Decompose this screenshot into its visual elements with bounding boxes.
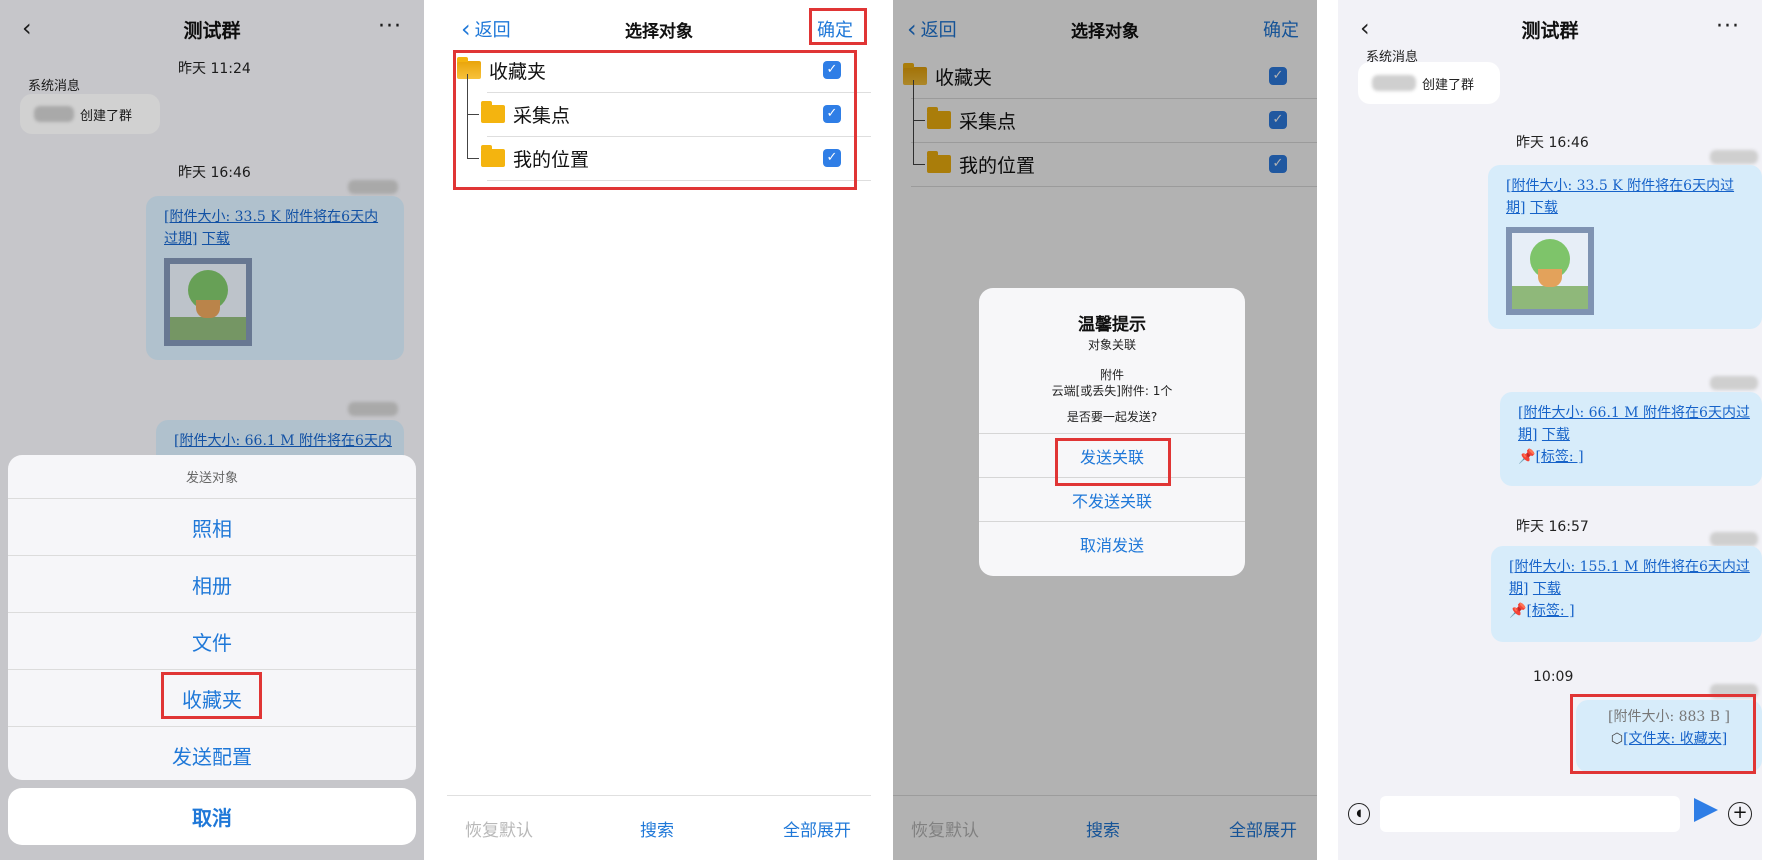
cancel-send-button[interactable]: 取消发送: [979, 521, 1245, 565]
message-bubble: [附件大小: 155.1 M 附件将在6天内过期] 下载 📌[标签: ]: [1491, 546, 1762, 642]
system-message-text: 创建了群: [1422, 77, 1475, 93]
more-icon[interactable]: ···: [1716, 14, 1740, 39]
pin-icon: 📌: [1509, 603, 1527, 619]
blurred-username: [1710, 376, 1758, 390]
panel-chat-result: ‹ 测试群 ··· 系统消息 创建了群 昨天 16:46 [附件大小: 33.5…: [1338, 0, 1762, 860]
highlight-box: [809, 8, 867, 45]
image-thumbnail[interactable]: [1506, 227, 1594, 315]
tag-link[interactable]: [标签: ]: [1526, 603, 1574, 619]
blurred-username: [1372, 75, 1416, 91]
action-album[interactable]: 相册: [8, 556, 416, 613]
message-bubble: [附件大小: 66.1 M 附件将在6天内过期] 下载 📌[标签: ]: [1500, 392, 1762, 486]
plus-icon[interactable]: +: [1728, 802, 1752, 826]
message-input[interactable]: [1380, 796, 1680, 832]
action-camera[interactable]: 照相: [8, 499, 416, 556]
bracket: ]: [1523, 581, 1529, 597]
download-link[interactable]: 下载: [1533, 581, 1561, 597]
timestamp: 昨天 16:46: [1516, 135, 1589, 151]
panel-select-object: ‹ 返回 选择对象 确定 收藏夹 ✓ 采集点 ✓ 我的位置 ✓ 恢复默认 搜索 …: [447, 0, 871, 860]
download-link[interactable]: 下载: [1530, 200, 1558, 216]
cancel-button[interactable]: 取消: [8, 788, 416, 845]
action-sheet-title: 发送对象: [8, 455, 416, 499]
page-title: 选择对象: [625, 21, 693, 42]
dialog-title: 温馨提示: [1078, 315, 1146, 335]
input-bar: ◖ +: [1338, 786, 1762, 860]
highlight-box: [453, 50, 857, 190]
message-bubble: [附件大小: 33.5 K 附件将在6天内过期] 下载: [1488, 165, 1762, 329]
dialog-subtitle: 对象关联: [1087, 338, 1136, 352]
download-link[interactable]: 下载: [1542, 427, 1570, 443]
pot-graphic: [1538, 269, 1562, 287]
tag-link[interactable]: [标签: ]: [1535, 449, 1583, 465]
system-message-bubble: 创建了群: [1358, 62, 1500, 104]
highlight-box: [1055, 438, 1171, 486]
panel-chat-send-sheet: ‹ 测试群 ··· 昨天 11:24 系统消息 创建了群 昨天 16:46 [附…: [0, 0, 424, 860]
action-send-config[interactable]: 发送配置: [8, 727, 416, 780]
blurred-username: [1710, 532, 1758, 546]
dialog-line: 云端[或丢失]附件: 1个: [1051, 384, 1173, 398]
action-sheet: 发送对象 照相 相册 文件 收藏夹 发送配置: [8, 455, 416, 780]
voice-icon[interactable]: ◖: [1348, 803, 1370, 825]
highlight-box: [1570, 694, 1756, 774]
highlight-box: [161, 672, 262, 719]
reset-default-button[interactable]: 恢复默认: [465, 816, 533, 841]
timestamp: 10:09: [1533, 669, 1574, 685]
expand-all-button[interactable]: 全部展开: [783, 816, 851, 841]
page-title: 测试群: [1521, 19, 1579, 42]
back-icon[interactable]: ‹: [1360, 14, 1370, 42]
bracket: ]: [1532, 427, 1538, 443]
image-content: [1512, 233, 1588, 309]
panel-select-object-dialog: ‹ 返回 选择对象 确定 收藏夹 ✓ 采集点 ✓ 我的位置 ✓ 恢复默认 搜索 …: [893, 0, 1317, 860]
blurred-username: [1710, 150, 1758, 164]
alert-dialog: 温馨提示 对象关联 附件 云端[或丢失]附件: 1个 是否要一起发送? 发送关联…: [979, 288, 1245, 576]
pin-icon: 📌: [1518, 449, 1536, 465]
dialog-line: 附件: [1099, 368, 1124, 382]
send-icon[interactable]: [1694, 798, 1718, 822]
timestamp: 昨天 16:57: [1516, 519, 1589, 535]
search-button[interactable]: 搜索: [640, 816, 674, 841]
action-file[interactable]: 文件: [8, 613, 416, 670]
bracket: ]: [1520, 200, 1526, 216]
bottom-toolbar: 恢复默认 搜索 全部展开: [447, 795, 871, 860]
dialog-question: 是否要一起发送?: [1066, 410, 1158, 424]
